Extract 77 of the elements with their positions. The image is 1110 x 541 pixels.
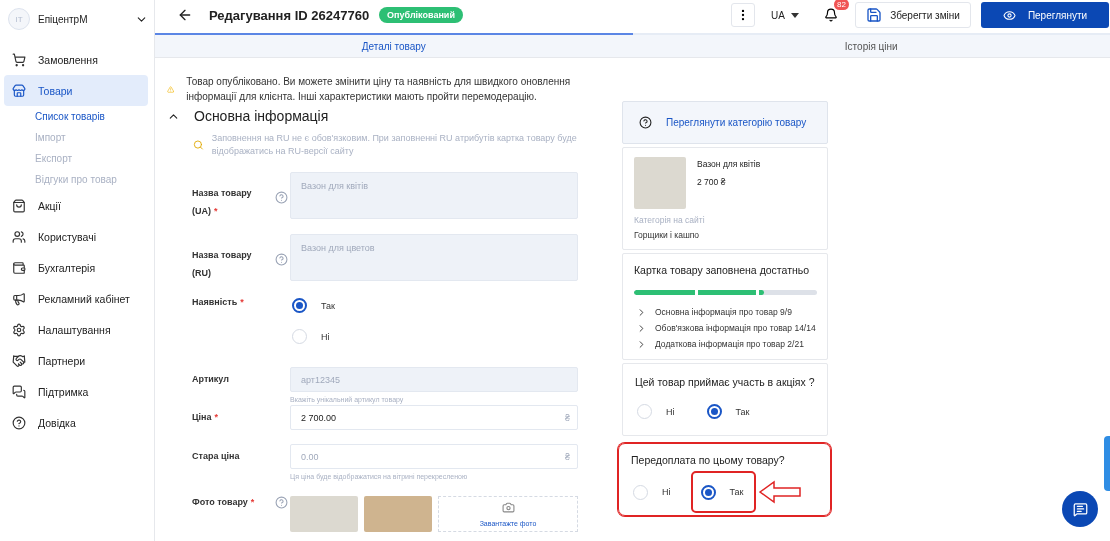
help-icon: [639, 116, 652, 129]
field-label: Назва товару (UA) *: [192, 188, 252, 216]
section-note: Заповнення на RU не є обов'язковим. При заповненні RU атрибутів картка товару буде відображатись на RU-версії сайту: [211, 132, 578, 158]
photo-placeholder: [364, 496, 432, 532]
tab[interactable]: Деталі товару: [155, 33, 633, 57]
page-title: Редагування ID 26247760: [209, 7, 370, 23]
arrow-annotation: [757, 480, 803, 504]
section-title: Основна інформація: [194, 108, 329, 124]
radio-option[interactable]: Ні: [631, 480, 673, 504]
language-dropdown[interactable]: UA: [771, 9, 799, 21]
caret-icon: [791, 12, 799, 18]
bell-icon: [824, 8, 838, 22]
category-button[interactable]: Переглянути категорію товару: [622, 101, 828, 144]
floppy-icon: [866, 7, 883, 23]
card-title: Картка товару заповнена достатньо: [634, 264, 811, 276]
chat-icon: [12, 384, 26, 399]
nav-item[interactable]: Замовлення: [4, 44, 148, 75]
megaphone-icon: [12, 291, 26, 306]
chat-icon: [1072, 501, 1088, 517]
nav-item[interactable]: Рекламний кабінет: [4, 283, 148, 314]
product-name: Вазон для квітів: [697, 159, 761, 169]
nav-item[interactable]: Партнери: [4, 345, 148, 376]
required-mark: *: [240, 297, 244, 307]
currency-symbol: ₴: [565, 413, 570, 423]
required-mark: *: [250, 497, 255, 507]
preview-button[interactable]: Переглянути: [981, 2, 1109, 28]
save-button[interactable]: Зберегти зміни: [855, 2, 971, 28]
nav-item[interactable]: Бухгалтерія: [4, 252, 148, 283]
accordion-item[interactable]: Основна інформація про товар 9/9: [634, 307, 792, 318]
nav-item[interactable]: Підтримка: [4, 376, 148, 407]
required-mark: *: [214, 206, 218, 216]
nav-item[interactable]: Товари: [4, 75, 148, 106]
store-icon: [12, 83, 26, 98]
photo-placeholder: [634, 157, 686, 209]
wallet-icon: [12, 260, 26, 275]
nav-subitem[interactable]: Список товарів: [4, 106, 148, 127]
back-icon[interactable]: [177, 7, 193, 23]
magnifier-icon: [193, 138, 204, 152]
accordion-item[interactable]: Додаткова інформація про товар 2/21: [634, 339, 804, 350]
bag-icon: [12, 198, 26, 213]
required-mark: *: [214, 412, 219, 422]
tab[interactable]: Історія ціни: [632, 33, 1110, 57]
radio-option[interactable]: Ні: [635, 402, 677, 421]
nav-item[interactable]: Налаштування: [4, 314, 148, 345]
field-label: Артикул: [192, 373, 230, 386]
question-title: Цей товар приймає участь в акціях ?: [635, 376, 815, 388]
nav-item[interactable]: Користувачі: [4, 221, 148, 252]
chat-button[interactable]: [1062, 491, 1098, 527]
field-label: Стара ціна: [192, 450, 241, 463]
eye-icon: [1002, 8, 1016, 22]
nav-item[interactable]: Довідка: [4, 407, 148, 438]
nav-item[interactable]: Акції: [4, 190, 148, 221]
help-icon: [12, 415, 26, 430]
users-icon: [12, 229, 26, 244]
photo-placeholder: [290, 496, 358, 532]
cart-icon: [12, 52, 26, 67]
product-price: 2 700 ₴: [697, 177, 727, 187]
category-label: Категорія на сайті: [634, 215, 706, 225]
settings-icon: [12, 322, 26, 337]
field-label: Фото товару *: [192, 496, 256, 509]
status-badge: Опублікований: [379, 7, 463, 23]
radio-option[interactable]: Ні: [290, 327, 578, 346]
notification-count: 82: [834, 0, 849, 10]
accordion-item[interactable]: Обов'язкова інформація про товар 14/14: [634, 323, 816, 334]
currency-symbol: ₴: [565, 452, 570, 462]
radio-option[interactable]: Так: [290, 296, 578, 315]
category-value: Горщики і кашпо: [634, 230, 701, 240]
radio-option[interactable]: Так: [690, 471, 756, 513]
field-label: Назва товару (RU): [192, 250, 252, 278]
field-label: Наявність *: [192, 296, 245, 309]
camera-icon: [501, 501, 515, 514]
account-name: ЕпіцентрМ: [38, 13, 89, 25]
handshake-icon: [12, 353, 26, 368]
notice-text: Товар опубліковано. Ви можете змінити ціну та наявність для швидкого оновлення інформації для клієнта. Інші характеристики мають пройти перемодерацію.: [186, 75, 572, 104]
field-label: Ціна *: [192, 411, 220, 424]
radio-option[interactable]: Так: [704, 402, 752, 421]
question-title: Передоплата по цьому товару?: [631, 454, 786, 466]
